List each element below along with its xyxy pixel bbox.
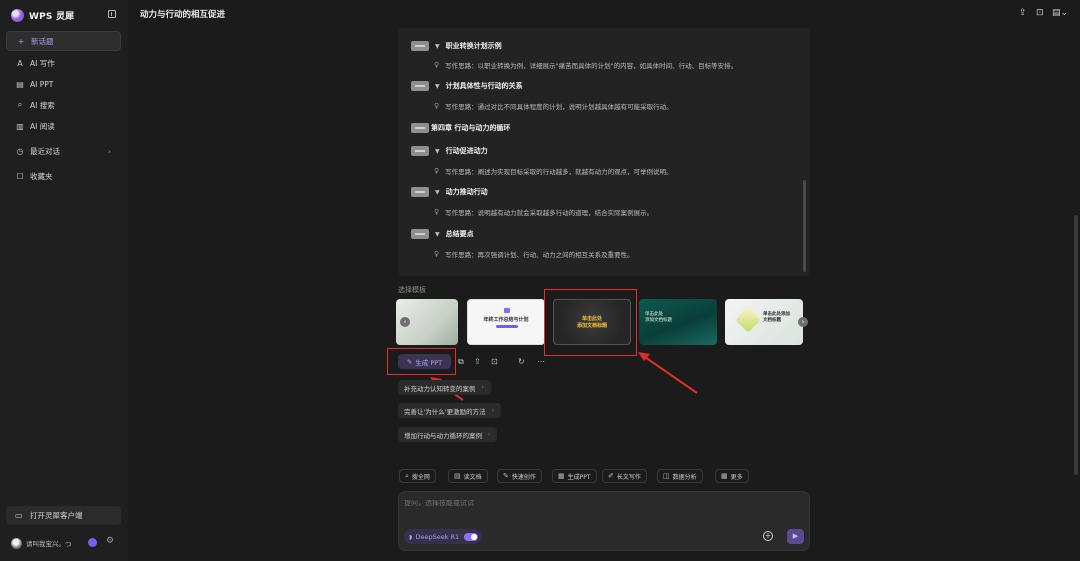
suggestion-chip[interactable]: 增加行动与动力循环的案例 ›: [398, 427, 498, 442]
suggestion-chip[interactable]: 完善让'为什么'更激励的方法 ›: [398, 403, 501, 418]
deepseek-model-toggle[interactable]: ◗ DeepSeek R1: [404, 529, 483, 544]
suggestion-text: 增加行动与动力循环的案例: [404, 431, 482, 440]
tool-label: 搜全网: [411, 473, 430, 481]
model-switch[interactable]: [464, 532, 479, 541]
more-icon[interactable]: ⋯: [537, 357, 545, 366]
suggestion-chip[interactable]: 补充动力认知转变的案例 ›: [398, 380, 491, 395]
tool-label: 生成PPT: [567, 473, 591, 481]
bookmark-icon[interactable]: ⊡: [491, 357, 498, 366]
tool-label: 更多: [730, 473, 743, 481]
suggestion-text: 完善让'为什么'更激励的方法: [404, 407, 486, 416]
grid-icon: ▦: [721, 472, 728, 480]
document-icon: ▤: [454, 472, 461, 480]
tool-label: 长文写作: [616, 473, 641, 481]
suggestion-text: 补充动力认知转变的案例: [404, 384, 476, 393]
ppt-icon: ▦: [558, 472, 565, 480]
tool-generate-ppt[interactable]: ▦ 生成PPT: [552, 469, 597, 483]
regenerate-icon[interactable]: ↻: [518, 357, 525, 366]
tool-quick-create[interactable]: ✎ 快速创作: [497, 469, 542, 483]
pen-icon: ✎: [503, 472, 509, 480]
share-icon[interactable]: ⇪: [474, 357, 481, 366]
generate-ppt-label: 生成 PPT: [415, 358, 443, 367]
chevron-right-icon: ›: [488, 431, 491, 438]
chevron-right-icon: ›: [491, 407, 494, 414]
tool-label: 读文档: [463, 473, 482, 481]
search-icon: ⌕: [405, 471, 409, 480]
model-label: DeepSeek R1: [415, 532, 460, 541]
add-attachment-icon[interactable]: +: [763, 531, 773, 541]
tool-label: 快速创作: [511, 473, 536, 481]
page-scrollbar[interactable]: [1074, 215, 1078, 475]
tool-label: 数据分析: [672, 473, 697, 481]
tool-long-writing[interactable]: ✐ 长文写作: [602, 469, 647, 483]
chat-input[interactable]: [404, 500, 704, 507]
tool-read-doc[interactable]: ▤ 读文档: [448, 469, 488, 483]
tool-search-web[interactable]: ⌕ 搜全网: [399, 469, 436, 483]
chart-icon: ◫: [663, 472, 670, 480]
edit-icon: ✐: [608, 472, 614, 480]
pencil-icon: ✎: [406, 357, 413, 366]
generate-ppt-button[interactable]: ✎ 生成 PPT: [398, 354, 451, 369]
tool-more[interactable]: ▦ 更多: [715, 469, 749, 483]
deepseek-whale-icon: ◗: [409, 532, 413, 541]
send-button[interactable]: ▶: [787, 529, 804, 544]
copy-icon[interactable]: ⧉: [458, 357, 464, 367]
tool-data-analysis[interactable]: ◫ 数据分析: [657, 469, 703, 483]
chevron-right-icon: ›: [481, 384, 484, 391]
